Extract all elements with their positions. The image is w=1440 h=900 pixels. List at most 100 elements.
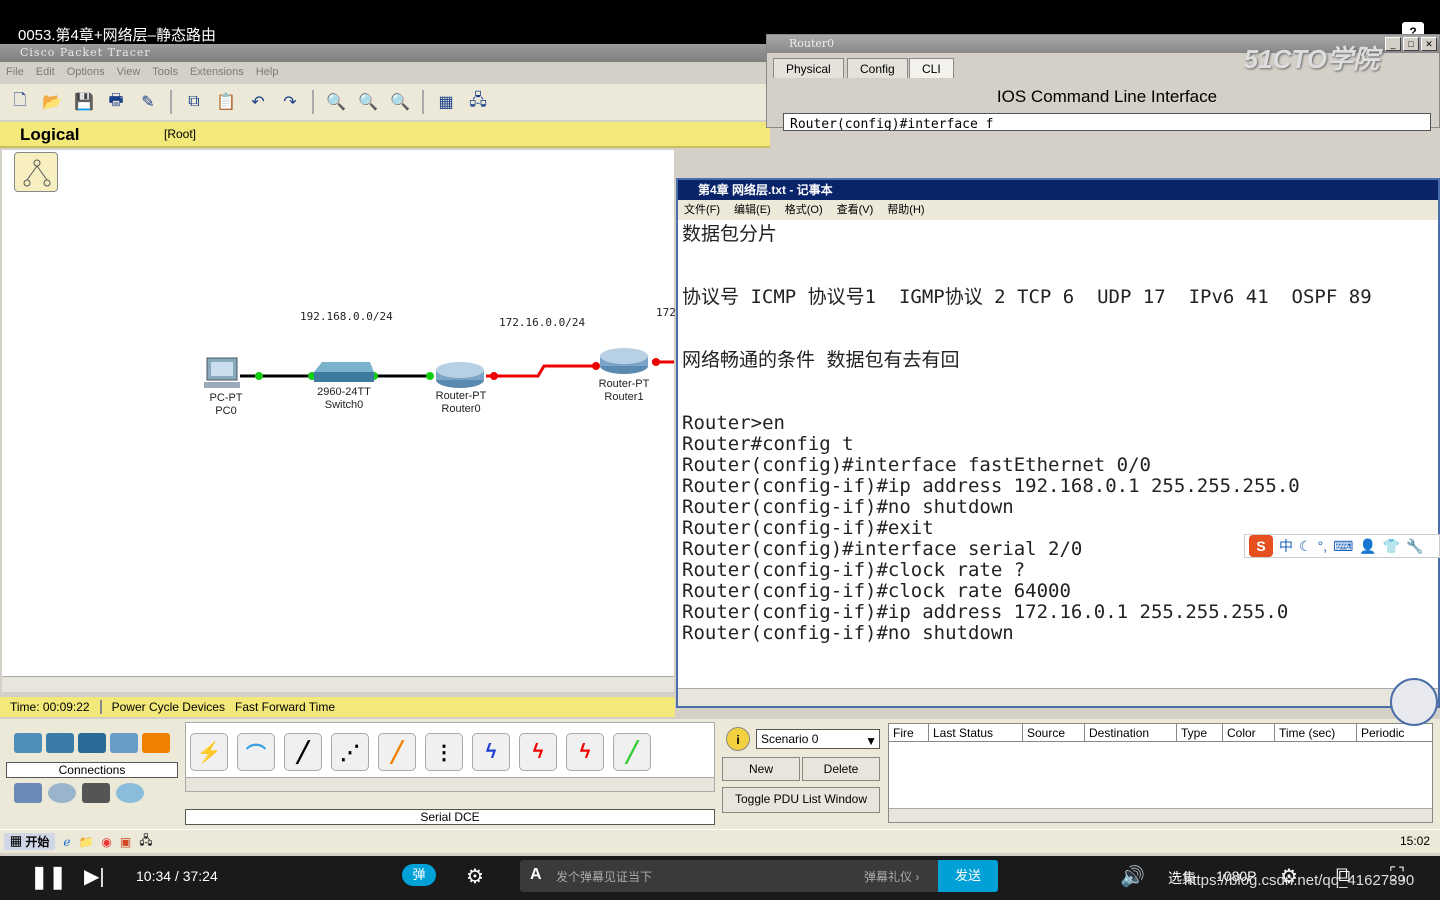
volume-icon[interactable]: 🔊 bbox=[1120, 864, 1145, 889]
print-icon[interactable]: 🖶 bbox=[102, 89, 130, 115]
start-button[interactable]: ▦ 开始 bbox=[4, 833, 56, 850]
menu-help[interactable]: Help bbox=[256, 63, 279, 81]
np-menu-help[interactable]: 帮助(H) bbox=[887, 200, 924, 220]
menu-file[interactable]: File bbox=[6, 63, 24, 81]
router1-type-label: Router-PT bbox=[598, 378, 650, 390]
console-cable-icon[interactable]: ⌒ bbox=[237, 733, 275, 771]
toggle-pdu-list-button[interactable]: Toggle PDU List Window bbox=[722, 787, 880, 813]
zoom-in-icon[interactable]: 🔍 bbox=[322, 89, 350, 115]
navigation-icon[interactable] bbox=[14, 152, 58, 192]
minimize-button[interactable]: _ bbox=[1385, 37, 1401, 51]
col-fire: Fire bbox=[889, 724, 929, 741]
np-menu-format[interactable]: 格式(O) bbox=[785, 200, 823, 220]
danmaku-settings-icon[interactable]: ⚙ bbox=[466, 864, 484, 889]
menu-edit[interactable]: Edit bbox=[36, 63, 55, 81]
ie-icon[interactable]: ℯ bbox=[63, 835, 70, 849]
serial-dte-cable-icon[interactable]: ϟ bbox=[566, 733, 604, 771]
tab-config[interactable]: Config bbox=[847, 58, 908, 78]
wan-emulation-icon[interactable] bbox=[48, 783, 76, 803]
np-menu-view[interactable]: 查看(V) bbox=[837, 200, 874, 220]
next-icon[interactable]: ▶| bbox=[84, 864, 105, 889]
fiber-cable-icon[interactable]: ╱ bbox=[378, 733, 416, 771]
tab-cli[interactable]: CLI bbox=[909, 58, 954, 78]
scenario-select[interactable]: Scenario 0 ▼ bbox=[756, 729, 880, 749]
routers-category-icon[interactable] bbox=[14, 733, 42, 753]
crossover-cable-icon[interactable]: ⋰ bbox=[331, 733, 369, 771]
copy-icon[interactable]: ⧉ bbox=[180, 89, 208, 115]
chrome-icon[interactable]: ◉ bbox=[101, 835, 111, 849]
redo-icon[interactable]: ↷ bbox=[276, 89, 304, 115]
punctuation-icon[interactable]: °, bbox=[1318, 538, 1328, 554]
open-folder-icon[interactable]: 📂 bbox=[38, 89, 66, 115]
danmaku-etiquette-link[interactable]: 弹幕礼仪 › bbox=[864, 868, 919, 885]
cli-terminal[interactable]: Router(config)#interface f bbox=[783, 113, 1431, 131]
zoom-out-icon[interactable]: 🔍 bbox=[386, 89, 414, 115]
pause-icon[interactable]: ❚❚ bbox=[30, 864, 67, 890]
menu-extensions[interactable]: Extensions bbox=[190, 63, 244, 81]
hubs-category-icon[interactable] bbox=[78, 733, 106, 753]
send-danmaku-button[interactable]: 发送 bbox=[938, 860, 998, 892]
multiuser-icon[interactable] bbox=[116, 783, 144, 803]
save-icon[interactable]: 💾 bbox=[70, 89, 98, 115]
keyboard-icon[interactable]: ⌨ bbox=[1333, 538, 1353, 555]
skin-icon[interactable]: 👕 bbox=[1383, 538, 1400, 555]
router1-icon[interactable] bbox=[600, 348, 648, 374]
cable-list-scrollbar[interactable] bbox=[186, 777, 714, 791]
auto-connect-icon[interactable]: ⚡ bbox=[190, 733, 228, 771]
info-icon[interactable]: i bbox=[726, 727, 750, 751]
menu-tools[interactable]: Tools bbox=[152, 63, 178, 81]
np-menu-edit[interactable]: 编辑(E) bbox=[734, 200, 771, 220]
delete-scenario-button[interactable]: Delete bbox=[802, 757, 880, 781]
wireless-category-icon[interactable] bbox=[110, 733, 138, 753]
danmaku-toggle[interactable]: 弹 bbox=[402, 864, 436, 886]
maximize-button[interactable]: □ bbox=[1403, 37, 1419, 51]
canvas-horizontal-scrollbar[interactable] bbox=[2, 676, 674, 692]
tab-physical[interactable]: Physical bbox=[773, 58, 844, 78]
powerpoint-icon[interactable]: ▣ bbox=[120, 835, 131, 849]
floating-avatar-icon[interactable] bbox=[1390, 678, 1438, 726]
undo-icon[interactable]: ↶ bbox=[244, 89, 272, 115]
new-scenario-button[interactable]: New bbox=[722, 757, 800, 781]
straight-through-cable-icon[interactable]: ╱ bbox=[284, 733, 322, 771]
sogou-logo-icon[interactable]: S bbox=[1249, 535, 1273, 557]
serial-dce-cable-icon[interactable]: ϟ bbox=[519, 733, 557, 771]
phone-cable-icon[interactable]: ⋮ bbox=[425, 733, 463, 771]
router0-icon[interactable] bbox=[436, 362, 484, 388]
switch-icon[interactable] bbox=[314, 362, 374, 382]
moon-icon[interactable]: ☾ bbox=[1299, 538, 1312, 555]
explorer-icon[interactable]: 📁 bbox=[78, 835, 93, 849]
np-menu-file[interactable]: 文件(F) bbox=[684, 200, 720, 220]
danmaku-input-box[interactable]: A 发个弹幕见证当下 弹幕礼仪 › 发送 bbox=[520, 860, 998, 892]
logical-canvas[interactable]: 192.168.0.0/24 172.16.0.0/24 172 PC-PT P… bbox=[2, 150, 676, 676]
switch-name-label: Switch0 bbox=[324, 399, 364, 411]
link-router0-router1[interactable] bbox=[486, 364, 594, 378]
end-devices-category-icon[interactable] bbox=[14, 783, 42, 803]
packet-tracer-task-icon[interactable]: 🖧 bbox=[139, 831, 152, 852]
ime-mode-label[interactable]: 中 bbox=[1279, 536, 1293, 556]
custom-device-icon[interactable]: 🖧 bbox=[464, 89, 492, 115]
octal-cable-icon[interactable]: ╱ bbox=[613, 733, 651, 771]
text-style-icon[interactable]: A bbox=[530, 866, 542, 884]
menu-view[interactable]: View bbox=[117, 63, 141, 81]
menu-options[interactable]: Options bbox=[67, 63, 105, 81]
switches-category-icon[interactable] bbox=[46, 733, 74, 753]
new-file-icon[interactable]: 🗋 bbox=[6, 89, 34, 115]
power-cycle-button[interactable]: Power Cycle Devices bbox=[102, 700, 235, 714]
notepad-horizontal-scrollbar[interactable] bbox=[678, 688, 1438, 706]
connections-category-icon[interactable] bbox=[142, 733, 170, 753]
activity-wizard-icon[interactable]: ✎ bbox=[134, 89, 162, 115]
pdu-table-scrollbar[interactable] bbox=[889, 808, 1432, 822]
fast-forward-button[interactable]: Fast Forward Time bbox=[235, 700, 345, 714]
paste-icon[interactable]: 📋 bbox=[212, 89, 240, 115]
notepad-text-area[interactable]: 数据包分片 协议号 ICMP 协议号1 IGMP协议 2 TCP 6 UDP 1… bbox=[682, 224, 1436, 644]
custom-devices-icon[interactable] bbox=[82, 783, 110, 803]
pc-icon[interactable] bbox=[204, 357, 240, 388]
user-icon[interactable]: 👤 bbox=[1359, 538, 1376, 555]
coaxial-cable-icon[interactable]: ϟ bbox=[472, 733, 510, 771]
root-label[interactable]: [Root] bbox=[164, 127, 196, 141]
zoom-reset-icon[interactable]: 🔍 bbox=[354, 89, 382, 115]
close-button[interactable]: ✕ bbox=[1421, 37, 1437, 51]
tools-icon[interactable]: 🔧 bbox=[1406, 538, 1423, 555]
palette-icon[interactable]: ▦ bbox=[432, 89, 460, 115]
logical-label[interactable]: Logical bbox=[20, 125, 80, 145]
